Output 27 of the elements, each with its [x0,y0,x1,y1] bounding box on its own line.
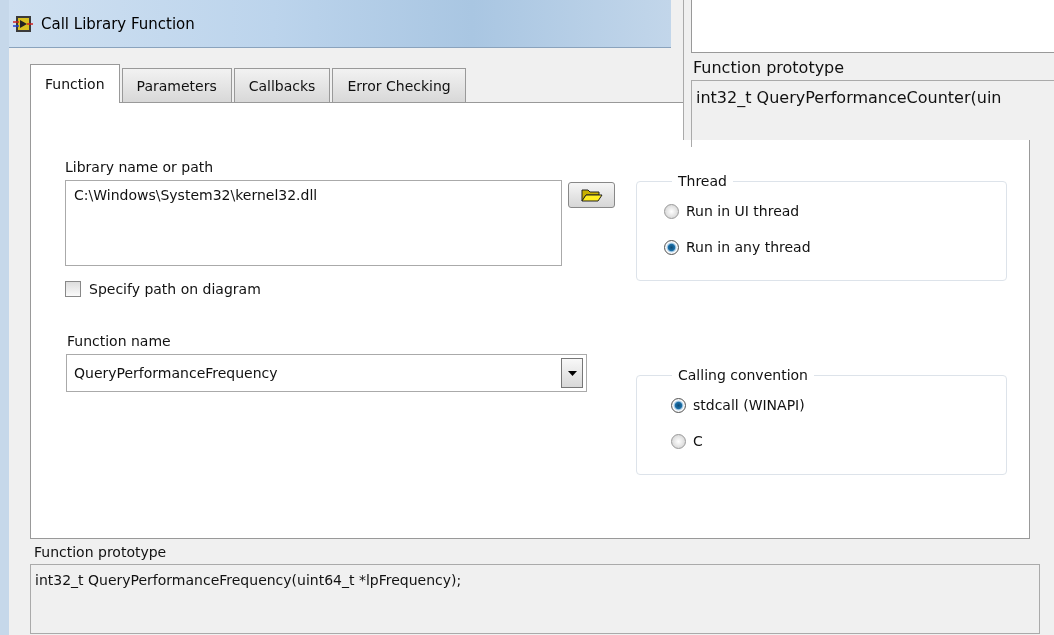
tab[interactable]: Error Checking [332,68,466,102]
library-path-field[interactable]: C:\Windows\System32\kernel32.dll [65,180,562,266]
tab[interactable]: Function [30,64,120,103]
prototype-field: int32_t QueryPerformanceFrequency(uint64_t *lpFrequency); [30,564,1040,634]
field-label: Function name [67,333,171,349]
radio-label[interactable]: Run in UI thread [686,203,800,219]
prototype-field: int32_t QueryPerformanceCounter(uin [691,80,1054,147]
app-icon [13,14,33,33]
radio-label[interactable]: Run in any thread [686,239,811,255]
group-title: Thread [677,173,728,189]
radio-button[interactable] [671,433,686,449]
radio-button[interactable] [664,203,679,219]
group-title: Calling convention [677,367,809,383]
radio-label[interactable]: stdcall (WINAPI) [693,397,805,413]
section-label: Function prototype [34,544,168,560]
browse-button[interactable] [568,182,615,208]
section-label: Function prototype [693,58,846,77]
folder-icon [580,188,603,202]
window-title: Call Library Function [41,14,195,33]
radio-button[interactable] [671,397,686,413]
field-label: Library name or path [65,159,214,175]
radio-button[interactable] [664,239,679,255]
tab[interactable]: Callbacks [233,68,331,102]
radio-label[interactable]: C [693,433,703,449]
checkbox[interactable]: Specify path on diagram [65,281,261,297]
function-name-dropdown[interactable]: QueryPerformanceFrequency [66,354,587,392]
tab[interactable]: Parameters [121,68,232,102]
